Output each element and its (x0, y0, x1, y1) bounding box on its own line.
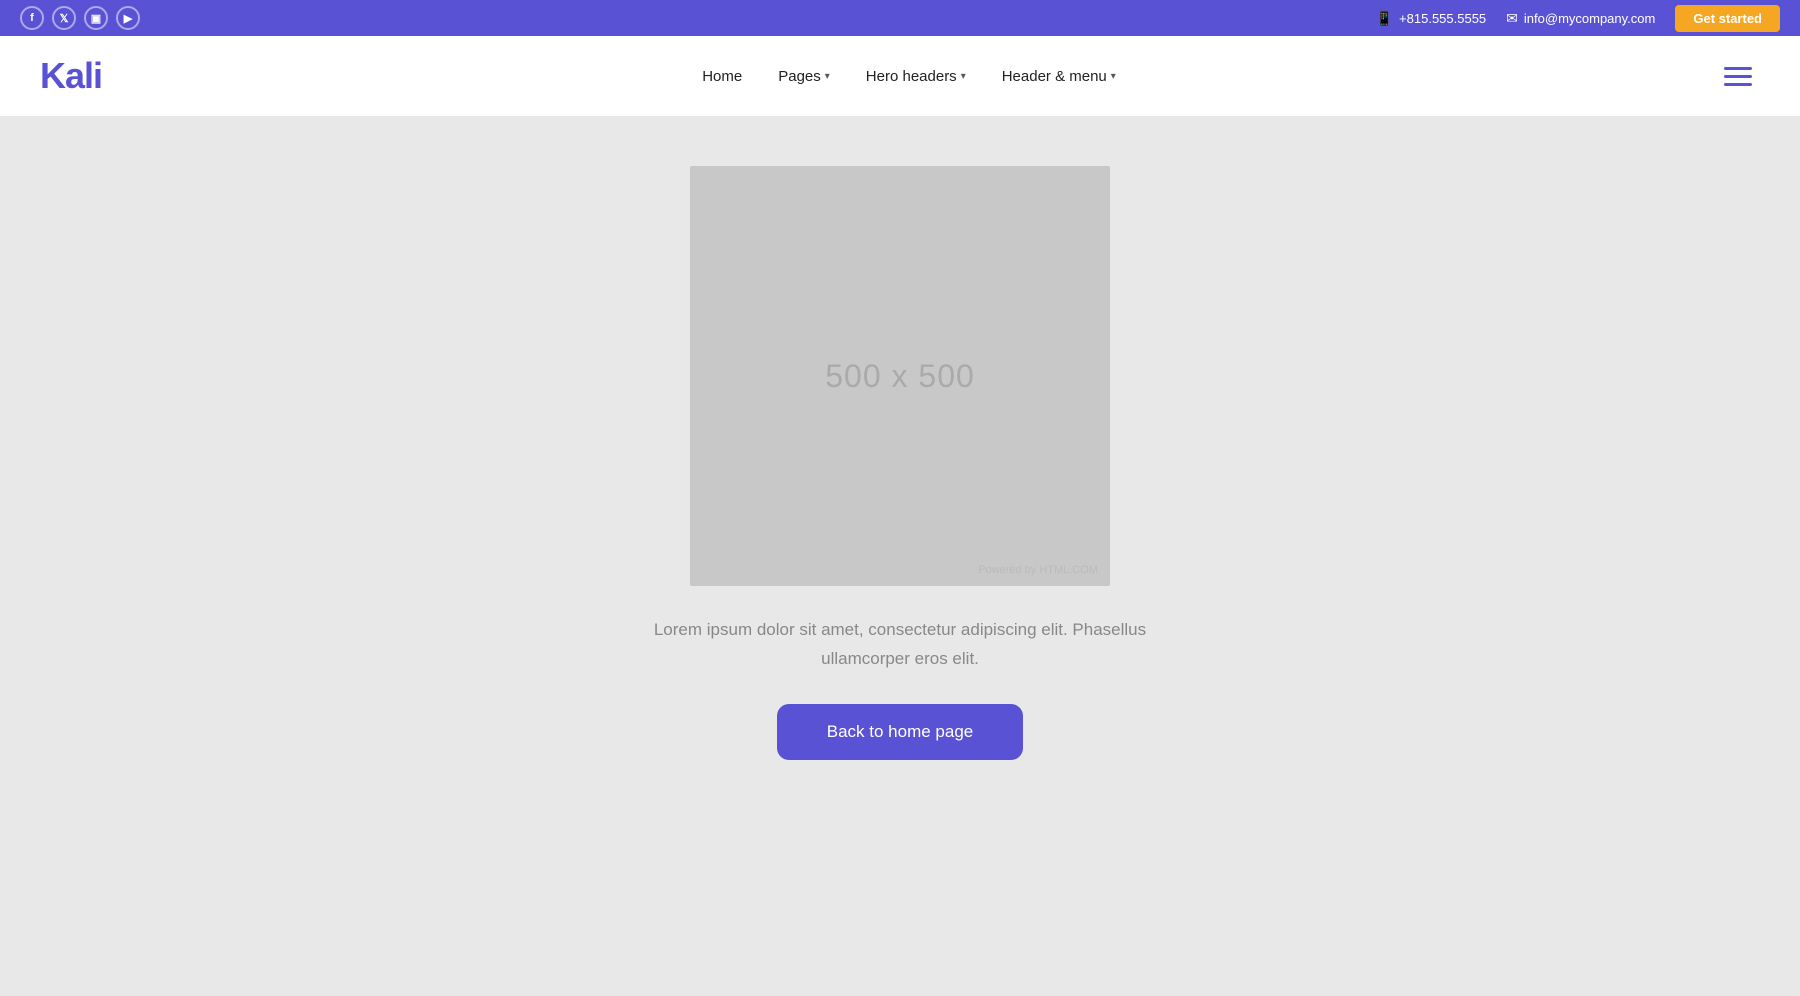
hamburger-line-1 (1724, 67, 1752, 70)
header: Kali Home Pages ▾ Hero headers ▾ Header … (0, 36, 1800, 116)
chevron-down-icon: ▾ (1111, 71, 1116, 82)
nav-pages[interactable]: Pages ▾ (764, 60, 844, 93)
logo[interactable]: Kali (40, 55, 102, 97)
chevron-down-icon: ▾ (961, 71, 966, 82)
page-description: Lorem ipsum dolor sit amet, consectetur … (640, 616, 1160, 674)
email-address: info@mycompany.com (1524, 11, 1655, 26)
hamburger-button[interactable] (1716, 59, 1760, 94)
main-nav: Home Pages ▾ Hero headers ▾ Header & men… (688, 60, 1130, 93)
instagram-icon[interactable]: ▣ (84, 6, 108, 30)
phone-number: +815.555.5555 (1399, 11, 1486, 26)
twitter-icon[interactable]: 𝕏 (52, 6, 76, 30)
hamburger-line-2 (1724, 75, 1752, 78)
phone-contact: 📱 +815.555.5555 (1376, 10, 1487, 27)
topbar-right: 📱 +815.555.5555 ✉ info@mycompany.com Get… (1376, 5, 1780, 32)
facebook-icon[interactable]: f (20, 6, 44, 30)
email-icon: ✉ (1506, 10, 1518, 27)
nav-header-menu-label: Header & menu (1002, 68, 1107, 85)
nav-pages-label: Pages (778, 68, 821, 85)
nav-header-menu[interactable]: Header & menu ▾ (988, 60, 1130, 93)
nav-hero-headers-label: Hero headers (866, 68, 957, 85)
get-started-button[interactable]: Get started (1675, 5, 1780, 32)
powered-by-label: Powered by HTML.COM (978, 564, 1098, 576)
placeholder-image: 500 x 500 Powered by HTML.COM (690, 166, 1110, 586)
phone-icon: 📱 (1376, 10, 1393, 27)
social-icons-group: f 𝕏 ▣ ▶ (20, 6, 140, 30)
back-to-home-button[interactable]: Back to home page (777, 704, 1023, 760)
nav-hero-headers[interactable]: Hero headers ▾ (852, 60, 980, 93)
nav-home[interactable]: Home (688, 60, 756, 93)
main-content: 500 x 500 Powered by HTML.COM Lorem ipsu… (0, 116, 1800, 996)
topbar: f 𝕏 ▣ ▶ 📱 +815.555.5555 ✉ info@mycompany… (0, 0, 1800, 36)
hamburger-line-3 (1724, 83, 1752, 86)
nav-home-label: Home (702, 68, 742, 85)
image-dimensions: 500 x 500 (825, 358, 975, 395)
chevron-down-icon: ▾ (825, 71, 830, 82)
email-contact: ✉ info@mycompany.com (1506, 10, 1655, 27)
youtube-icon[interactable]: ▶ (116, 6, 140, 30)
